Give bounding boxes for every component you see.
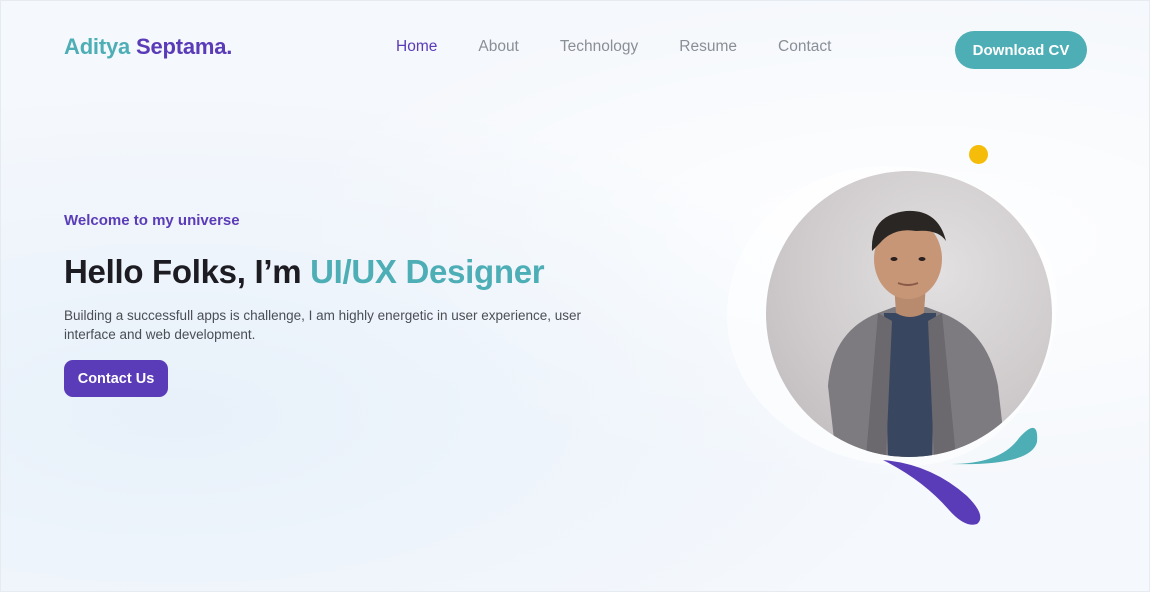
headline-accent: UI/UX Designer: [310, 253, 545, 290]
yellow-dot-decoration: [969, 145, 988, 164]
swoosh-decoration: [883, 427, 1038, 525]
logo-first-name: Aditya: [64, 34, 131, 59]
landing-page: Aditya Septama. Home About Technology Re…: [0, 0, 1150, 592]
person-illustration: [828, 210, 1006, 457]
download-cv-button[interactable]: Download CV: [955, 31, 1087, 69]
nav-contact[interactable]: Contact: [778, 38, 831, 56]
nav-resume[interactable]: Resume: [679, 38, 737, 56]
headline-prefix: Hello Folks, I’m: [64, 253, 311, 290]
nav-home[interactable]: Home: [396, 38, 437, 56]
nav-about[interactable]: About: [478, 38, 519, 56]
profile-photo: [766, 171, 1052, 457]
logo-last-name: Septama.: [135, 34, 233, 59]
logo[interactable]: Aditya Septama.: [64, 34, 232, 60]
hero-headline: Hello Folks, I’m UI/UX Designer: [64, 253, 545, 291]
nav-technology[interactable]: Technology: [560, 38, 638, 56]
main-nav: Home About Technology Resume Contact: [396, 38, 872, 56]
welcome-text: Welcome to my universe: [64, 212, 240, 229]
contact-us-button[interactable]: Contact Us: [64, 360, 168, 397]
hero-description: Building a successfull apps is challenge…: [64, 308, 582, 342]
